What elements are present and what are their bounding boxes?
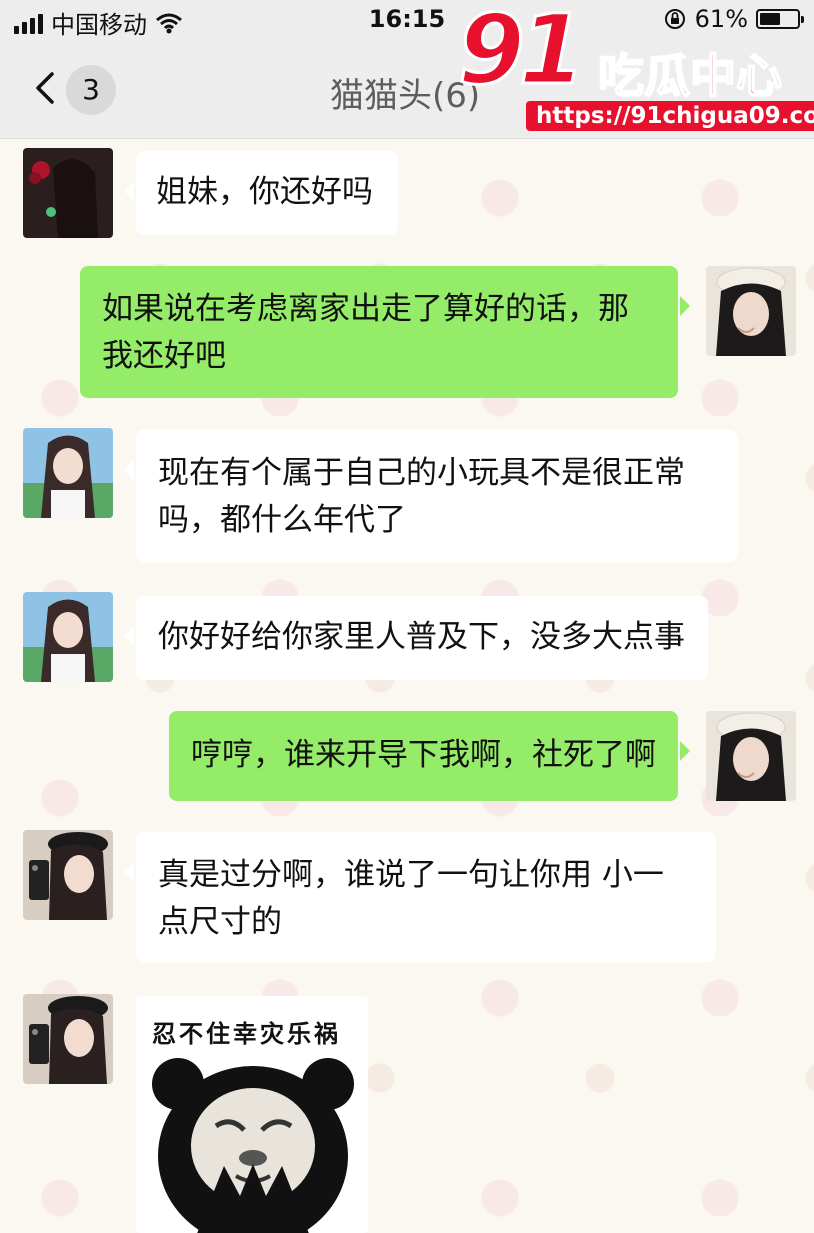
unread-count-badge[interactable]: 3 bbox=[66, 65, 116, 115]
back-button[interactable] bbox=[28, 66, 68, 110]
avatar-phone-selfie-girl[interactable] bbox=[23, 994, 113, 1084]
watermark-url: https://91chigua09.com bbox=[526, 101, 814, 131]
avatar-beret-girl[interactable] bbox=[706, 266, 796, 356]
panda-face-icon bbox=[152, 1058, 354, 1233]
sticker-caption: 忍不住幸灾乐祸 bbox=[152, 1020, 341, 1048]
avatar-rose-girl[interactable] bbox=[23, 148, 113, 238]
avatar-anime-girl[interactable] bbox=[23, 428, 113, 518]
avatar-phone-selfie-girl[interactable] bbox=[23, 830, 113, 920]
avatar-anime-girl[interactable] bbox=[23, 592, 113, 682]
chevron-left-icon bbox=[36, 72, 54, 104]
message-bubble[interactable]: 你好好给你家里人普及下，没多大点事 bbox=[124, 596, 708, 680]
message-bubble[interactable]: 真是过分啊，谁说了一句让你用 小一点尺寸的 bbox=[124, 832, 716, 962]
panda-face-sticker[interactable]: 忍不住幸灾乐祸 bbox=[136, 996, 368, 1233]
avatar-beret-girl[interactable] bbox=[706, 711, 796, 801]
message-bubble-self[interactable]: 如果说在考虑离家出走了算好的话，那我还好吧 bbox=[80, 266, 690, 398]
message-bubble-self[interactable]: 哼哼，谁来开导下我啊，社死了啊 bbox=[169, 711, 690, 801]
watermark-number: 91 bbox=[457, 0, 588, 108]
watermark-text: 吃瓜中心 bbox=[597, 48, 783, 104]
message-bubble[interactable]: 现在有个属于自己的小玩具不是很正常吗，都什么年代了 bbox=[124, 430, 738, 562]
message-bubble[interactable]: 姐妹，你还好吗 bbox=[124, 151, 398, 235]
watermark-logo: 91 吃瓜中心 https://91chigua09.com bbox=[457, 0, 814, 140]
